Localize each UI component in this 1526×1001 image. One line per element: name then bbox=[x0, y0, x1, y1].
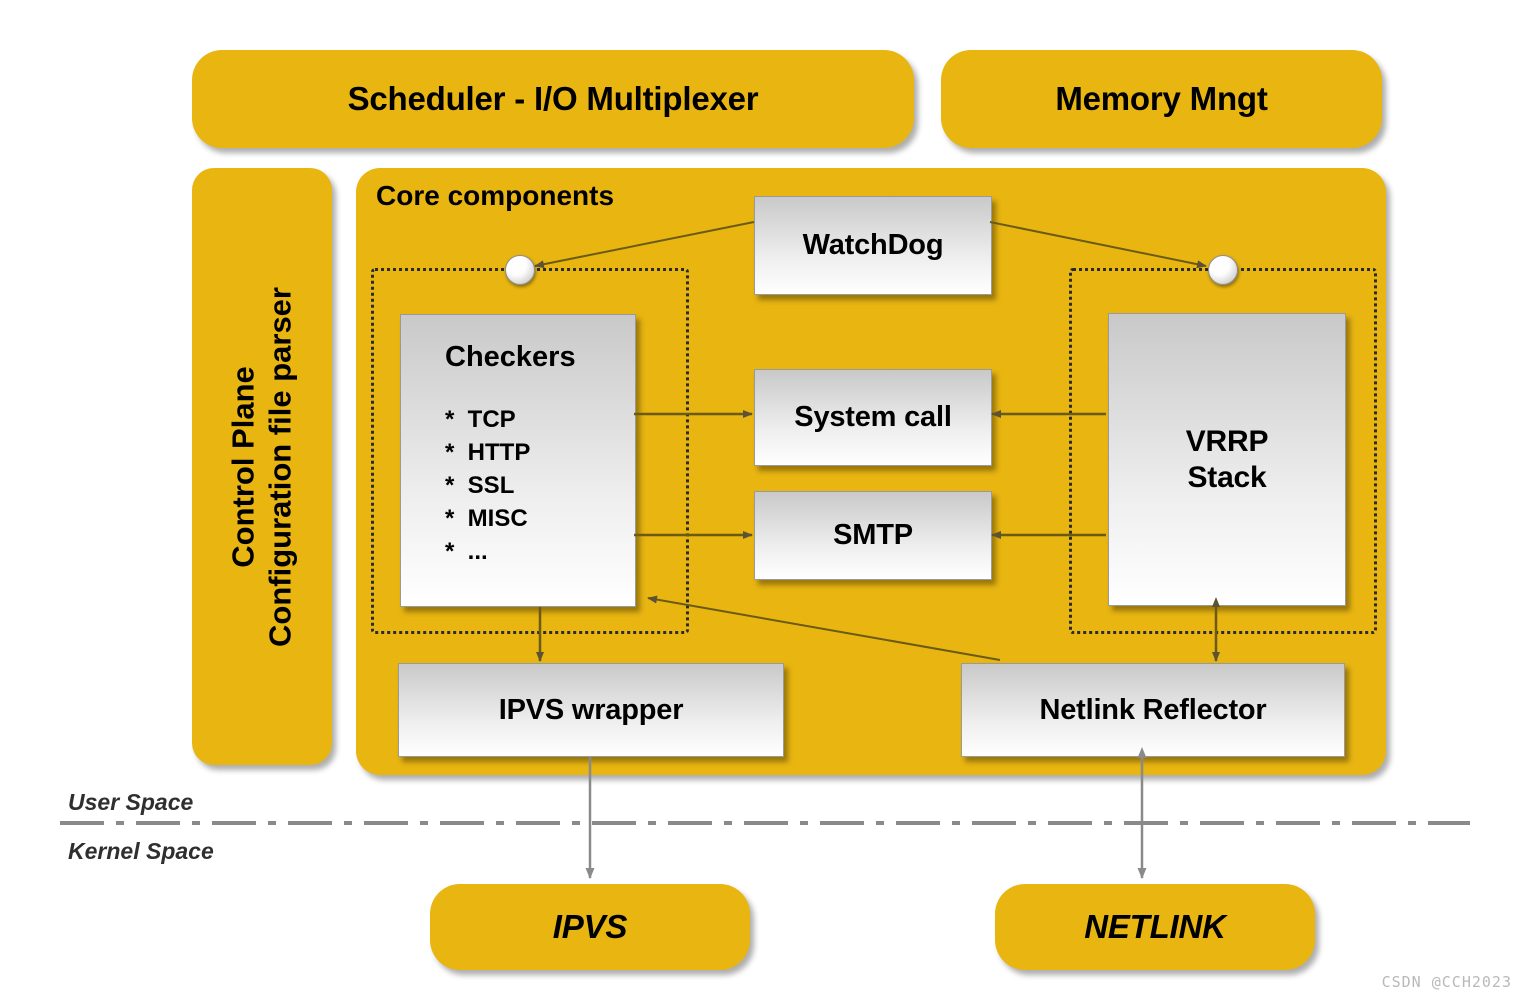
watchdog-label: WatchDog bbox=[802, 229, 944, 261]
checkers-item: * TCP bbox=[445, 406, 516, 433]
netlink-kernel-block: NETLINK bbox=[995, 884, 1315, 970]
core-components-title: Core components bbox=[376, 180, 615, 211]
ipvs-wrapper-block: IPVS wrapper bbox=[398, 663, 784, 757]
kernel-space-label: Kernel Space bbox=[68, 838, 214, 864]
diagram-canvas: Scheduler - I/O Multiplexer Memory Mngt … bbox=[0, 0, 1526, 1001]
ipvs-kernel-block: IPVS bbox=[430, 884, 750, 970]
system-call-label: System call bbox=[794, 401, 952, 433]
netlink-label: NETLINK bbox=[1084, 908, 1226, 945]
vrrp-stack-label: VRRP Stack bbox=[1109, 314, 1345, 605]
control-plane-line2: Configuration file parser bbox=[262, 286, 297, 647]
scheduler-io-multiplexer-block: Scheduler - I/O Multiplexer bbox=[192, 50, 914, 148]
vrrp-stack-block: VRRP Stack bbox=[1108, 313, 1346, 606]
checkers-list: * TCP * HTTP * SSL * MISC * ... bbox=[445, 403, 530, 569]
memory-label: Memory Mngt bbox=[1055, 80, 1268, 117]
checkers-item: * MISC bbox=[445, 505, 528, 533]
vrrp-line2: Stack bbox=[1187, 460, 1267, 494]
checkers-item: * SSL bbox=[445, 472, 515, 500]
smtp-label: SMTP bbox=[833, 519, 913, 551]
checkers-block: Checkers * TCP * HTTP * SSL * MISC * ... bbox=[400, 314, 636, 607]
checkers-item: * ... bbox=[445, 538, 488, 566]
ipvs-wrapper-label: IPVS wrapper bbox=[498, 693, 684, 726]
memory-management-block: Memory Mngt bbox=[941, 50, 1382, 148]
system-call-block: System call bbox=[754, 369, 992, 466]
netlink-reflector-block: Netlink Reflector bbox=[961, 663, 1345, 757]
smtp-block: SMTP bbox=[754, 491, 992, 580]
checkers-title: Checkers bbox=[445, 341, 576, 373]
user-space-label: User Space bbox=[68, 789, 194, 815]
vrrp-line1: VRRP bbox=[1185, 424, 1269, 458]
scheduler-label: Scheduler - I/O Multiplexer bbox=[347, 80, 759, 117]
connector-dot-icon bbox=[505, 255, 535, 285]
watermark: CSDN @CCH2023 bbox=[1381, 973, 1512, 991]
ipvs-label: IPVS bbox=[552, 908, 628, 945]
control-plane-line1: Control Plane bbox=[225, 365, 261, 568]
connector-dot-icon bbox=[1208, 255, 1238, 285]
control-plane-label: Control Plane Configuration file parser bbox=[225, 287, 298, 647]
watchdog-block: WatchDog bbox=[754, 196, 992, 295]
checkers-item: * HTTP bbox=[445, 439, 531, 467]
control-plane-block: Control Plane Configuration file parser bbox=[192, 168, 332, 765]
netlink-reflector-label: Netlink Reflector bbox=[1039, 693, 1267, 726]
